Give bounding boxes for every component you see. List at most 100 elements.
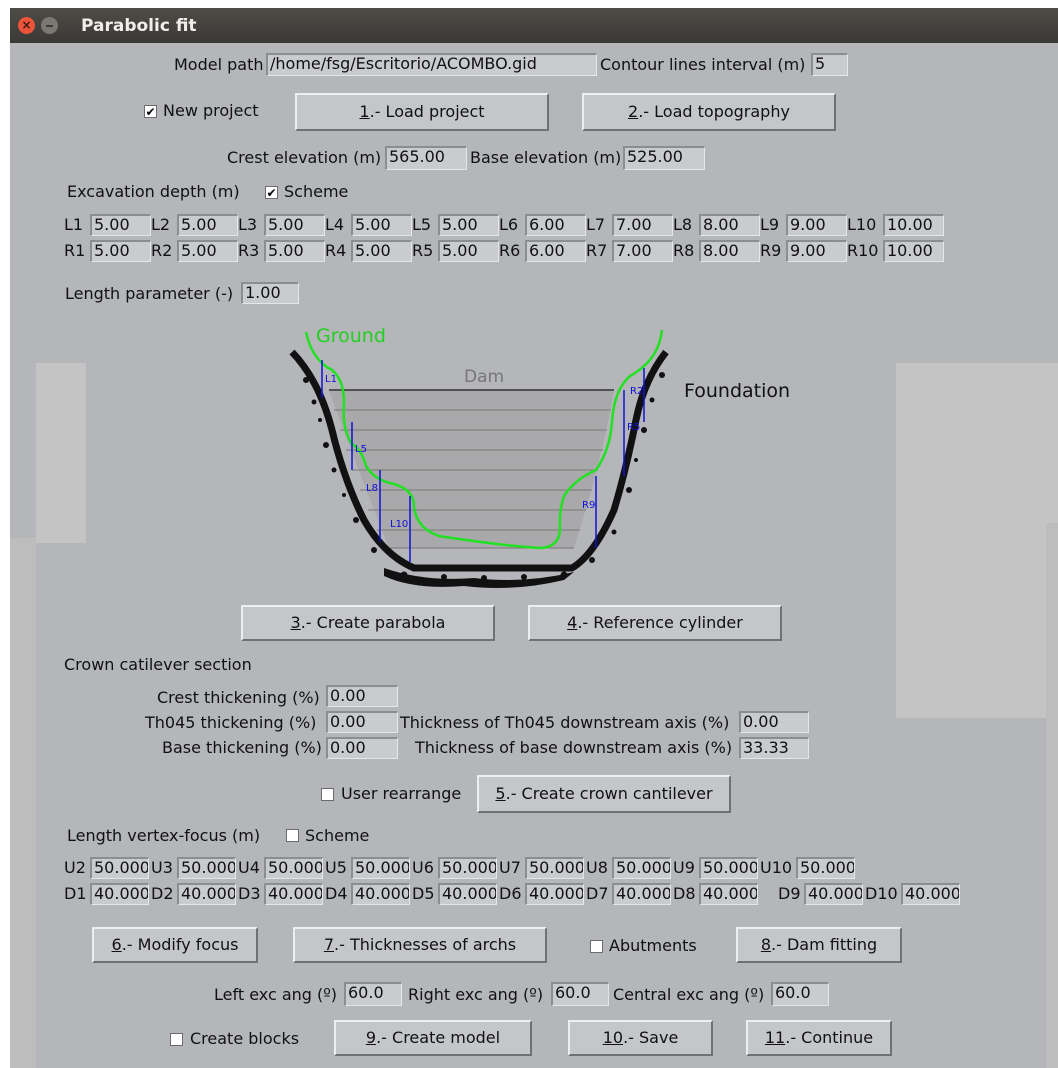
excavation-label-l10: L10 (847, 215, 877, 234)
create-crown-cantilever-button[interactable]: 5.- Create crown cantilever (477, 775, 731, 813)
minimize-icon[interactable] (41, 17, 58, 34)
central-angle-field[interactable]: 60.0 (771, 982, 829, 1006)
vertex-up-label-u5: U5 (325, 858, 347, 877)
vertex-down-label-d4: D4 (325, 884, 348, 903)
background-panel (896, 363, 1058, 718)
vertex-down-field-d10[interactable]: 40.000 (901, 883, 960, 905)
vertex-down-field-d1[interactable]: 40.000 (90, 883, 149, 905)
excavation-label-l9: L9 (760, 215, 780, 234)
vertex-down-field-d6[interactable]: 40.000 (525, 883, 584, 905)
vertex-down-field-d8[interactable]: 40.000 (699, 883, 758, 905)
vertex-down-label-d6: D6 (499, 884, 522, 903)
vertex-up-field-u6[interactable]: 50.000 (438, 857, 497, 879)
thicknesses-of-archs-button[interactable]: 7.- Thicknesses of archs (293, 927, 547, 963)
th045-thickening-field[interactable]: 0.00 (326, 711, 398, 733)
base-elevation-field[interactable]: 525.00 (623, 146, 705, 170)
mark-r9: R9 (582, 500, 595, 511)
close-icon[interactable]: × (18, 17, 35, 34)
vertex-scheme-checkbox[interactable] (286, 829, 299, 842)
excavation-field-l4[interactable]: 5.00 (351, 214, 412, 236)
excavation-field-l5[interactable]: 5.00 (438, 214, 499, 236)
vertex-up-field-u5[interactable]: 50.000 (351, 857, 410, 879)
dam-label: Dam (464, 367, 504, 387)
vertex-focus-label: Length vertex-focus (m) (67, 826, 261, 845)
vertex-down-label-d9: D9 (778, 884, 801, 903)
excavation-label-l5: L5 (412, 215, 432, 234)
vertex-down-field-d7[interactable]: 40.000 (612, 883, 671, 905)
th045-axis-field[interactable]: 0.00 (739, 711, 809, 733)
excavation-field-l9[interactable]: 9.00 (786, 214, 847, 236)
excavation-field-l6[interactable]: 6.00 (525, 214, 586, 236)
vertex-up-field-u4[interactable]: 50.000 (264, 857, 323, 879)
modify-focus-button[interactable]: 6.- Modify focus (92, 927, 258, 963)
vertex-up-field-u9[interactable]: 50.000 (699, 857, 758, 879)
vertex-down-label-d3: D3 (238, 884, 261, 903)
new-project-checkbox[interactable]: ✔ (144, 105, 157, 118)
vertex-up-field-u2[interactable]: 50.000 (90, 857, 149, 879)
excavation-field-r6[interactable]: 6.00 (525, 240, 586, 262)
excavation-field-r2[interactable]: 5.00 (177, 240, 238, 262)
vertex-up-label-u6: U6 (412, 858, 434, 877)
user-rearrange-checkbox[interactable] (321, 788, 334, 801)
excavation-label-r9: R9 (760, 241, 782, 260)
excavation-field-r8[interactable]: 8.00 (699, 240, 760, 262)
length-parameter-field[interactable]: 1.00 (241, 282, 299, 304)
create-parabola-button[interactable]: 3.- Create parabola (241, 605, 495, 641)
excavation-field-r10[interactable]: 10.00 (883, 240, 944, 262)
excavation-field-l10[interactable]: 10.00 (883, 214, 944, 236)
create-model-button[interactable]: 9.- Create model (334, 1020, 532, 1056)
contour-interval-field[interactable]: 5 (811, 53, 848, 76)
vertex-scheme-label: Scheme (305, 826, 370, 845)
excavation-field-l8[interactable]: 8.00 (699, 214, 760, 236)
foundation-label: Foundation (684, 380, 790, 402)
excavation-field-r4[interactable]: 5.00 (351, 240, 412, 262)
load-topography-button[interactable]: 2.- Load topography (582, 93, 836, 131)
vertex-down-field-d2[interactable]: 40.000 (177, 883, 236, 905)
excavation-field-l7[interactable]: 7.00 (612, 214, 673, 236)
mark-l8: L8 (366, 483, 378, 494)
abutments-checkbox[interactable] (590, 940, 603, 953)
excavation-field-l3[interactable]: 5.00 (264, 214, 325, 236)
vertex-up-field-u3[interactable]: 50.000 (177, 857, 236, 879)
left-angle-field[interactable]: 60.0 (344, 982, 402, 1006)
model-path-field[interactable]: /home/fsg/Escritorio/ACOMBO.gid (266, 53, 597, 76)
contour-interval-label: Contour lines interval (m) (600, 55, 806, 74)
excavation-field-r7[interactable]: 7.00 (612, 240, 673, 262)
crest-elevation-field[interactable]: 565.00 (385, 146, 467, 170)
vertex-up-field-u8[interactable]: 50.000 (612, 857, 671, 879)
continue-button[interactable]: 11.- Continue (746, 1020, 892, 1056)
left-angle-label: Left exc ang (º) (214, 985, 338, 1004)
vertex-down-field-d3[interactable]: 40.000 (264, 883, 323, 905)
excavation-field-r5[interactable]: 5.00 (438, 240, 499, 262)
save-button[interactable]: 10.- Save (568, 1020, 713, 1056)
right-angle-field[interactable]: 60.0 (551, 982, 609, 1006)
vertex-down-field-d4[interactable]: 40.000 (351, 883, 410, 905)
user-rearrange-label: User rearrange (341, 784, 462, 803)
base-thickening-field[interactable]: 0.00 (326, 737, 398, 759)
base-axis-field[interactable]: 33.33 (739, 737, 809, 759)
vertex-up-label-u7: U7 (499, 858, 521, 877)
reference-cylinder-button[interactable]: 4.- Reference cylinder (528, 605, 782, 641)
excavation-field-l2[interactable]: 5.00 (177, 214, 238, 236)
vertex-down-label-d1: D1 (64, 884, 87, 903)
vertex-down-label-d2: D2 (151, 884, 174, 903)
th045-thickening-label: Th045 thickening (%) (145, 713, 317, 732)
crest-elevation-label: Crest elevation (m) (227, 148, 382, 167)
crest-thickening-field[interactable]: 0.00 (326, 685, 398, 707)
vertex-up-field-u10[interactable]: 50.000 (796, 857, 855, 879)
mark-l10: L10 (390, 519, 408, 530)
load-project-button[interactable]: 1.- Load project (295, 93, 549, 131)
excavation-field-l1[interactable]: 5.00 (90, 214, 151, 236)
dam-fitting-button[interactable]: 8.- Dam fitting (736, 927, 902, 963)
excavation-field-r1[interactable]: 5.00 (90, 240, 151, 262)
excavation-scheme-checkbox[interactable]: ✔ (265, 186, 278, 199)
vertex-up-field-u7[interactable]: 50.000 (525, 857, 584, 879)
right-angle-label: Right exc ang (º) (408, 985, 544, 1004)
excavation-field-r9[interactable]: 9.00 (786, 240, 847, 262)
vertex-down-field-d9[interactable]: 40.000 (804, 883, 863, 905)
excavation-field-r3[interactable]: 5.00 (264, 240, 325, 262)
create-blocks-checkbox[interactable] (170, 1033, 183, 1046)
crest-thickening-label: Crest thickening (%) (157, 688, 320, 707)
vertex-down-field-d5[interactable]: 40.000 (438, 883, 497, 905)
excavation-label-r5: R5 (412, 241, 434, 260)
